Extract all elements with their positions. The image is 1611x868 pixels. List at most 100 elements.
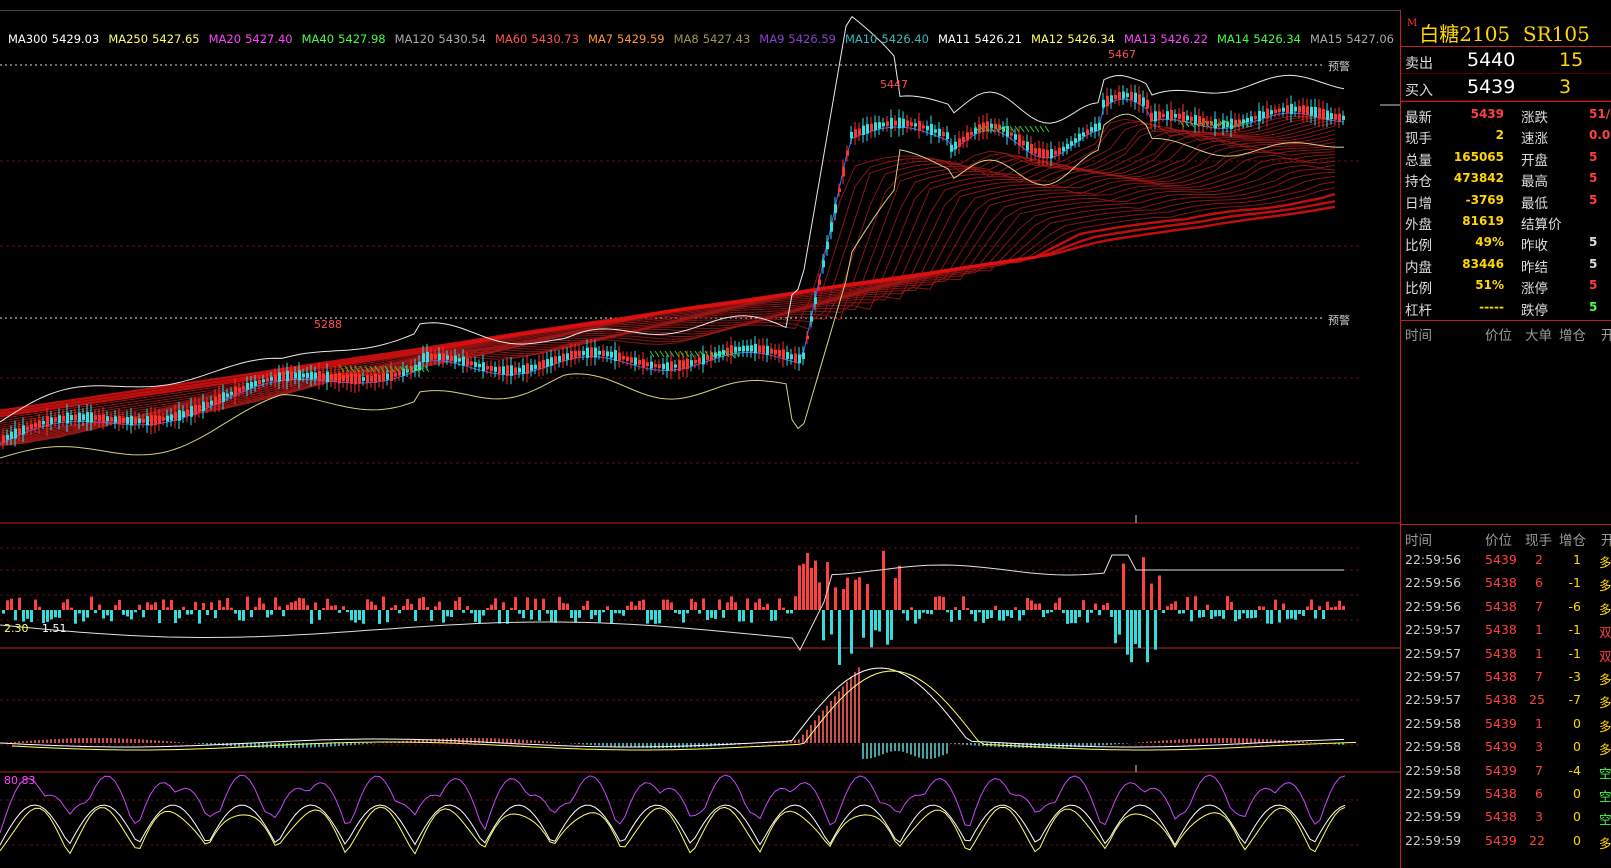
tick-row: 22:59:58 5439 1 0 多 <box>1401 712 1611 736</box>
candle-body <box>534 364 537 369</box>
ma-legend-value: 5427.43 <box>702 32 751 46</box>
candle-body <box>1326 110 1329 120</box>
candle-body <box>1154 111 1157 122</box>
candle-body <box>1090 127 1093 132</box>
candle-body <box>698 357 701 364</box>
candle-body <box>1038 148 1041 158</box>
candle-body <box>790 354 793 360</box>
volume-bar <box>790 610 793 614</box>
macd-bar <box>1254 738 1256 743</box>
quote-value: 5439 <box>1470 107 1504 121</box>
macd-bar <box>130 738 132 743</box>
macd-bar <box>950 743 952 744</box>
volume-bar <box>354 610 357 623</box>
volume-bar <box>1146 610 1149 663</box>
macd-bar <box>942 743 944 756</box>
macd-bar <box>1066 743 1068 748</box>
volume-bar <box>938 596 941 610</box>
candle-body <box>110 417 113 421</box>
candle-body <box>174 412 177 421</box>
candle-body <box>1102 99 1105 108</box>
candle-body <box>746 345 749 352</box>
macd-bar <box>554 742 556 743</box>
tick-row: 22:59:56 5438 7 -6 多 <box>1401 595 1611 619</box>
big-header-price: 价位 <box>1485 328 1512 344</box>
macd-bar <box>682 743 684 748</box>
quote-key: 开盘 <box>1521 152 1548 169</box>
quote-row: 总量 165065 开盘 5 <box>1401 147 1611 169</box>
volume-bar <box>6 600 9 610</box>
macd-bar <box>1250 738 1252 743</box>
candle-body <box>242 386 245 390</box>
ma-fan-line <box>0 141 1336 441</box>
macd-bar <box>366 743 368 744</box>
macd-bar <box>538 740 540 743</box>
volume-bar <box>54 610 57 618</box>
sell-qty: 15 <box>1559 49 1584 71</box>
candle-body <box>50 417 53 424</box>
candle-body <box>62 415 65 422</box>
volume-bar <box>598 610 601 623</box>
chart-canvas[interactable] <box>0 10 1400 868</box>
macd-bar <box>78 738 80 743</box>
volume-bar <box>718 599 721 610</box>
candle-body <box>918 120 921 131</box>
candle-body <box>1070 141 1073 146</box>
volume-bar <box>894 578 897 610</box>
volume-bar <box>162 599 165 610</box>
volume-bar <box>1070 610 1073 624</box>
macd-bar <box>354 743 356 745</box>
tick-type: 双 <box>1599 648 1611 664</box>
macd-bar <box>958 743 960 745</box>
quote-key: 现手 <box>1405 131 1432 148</box>
macd-bar <box>674 743 676 748</box>
volume-bar <box>1230 601 1233 610</box>
candle-body <box>26 426 29 431</box>
macd-bar <box>1202 738 1204 743</box>
volume-bar <box>626 605 629 610</box>
candle-body <box>234 386 237 397</box>
candle-body <box>1310 106 1313 116</box>
candle-body <box>818 279 821 285</box>
quote-value: 5 <box>1589 278 1598 293</box>
candle-body <box>1058 147 1061 155</box>
macd-bar <box>974 743 976 746</box>
volume-bar <box>470 610 473 614</box>
macd-bar <box>10 742 12 743</box>
ma-legend-value: 5427.40 <box>245 32 293 46</box>
candle-body <box>1242 119 1245 124</box>
volume-bar <box>1190 610 1193 622</box>
candle-body <box>1110 95 1113 103</box>
volume-bar <box>2 610 5 614</box>
candle-body <box>634 357 637 365</box>
volume-bar <box>1170 603 1173 610</box>
macd-bar <box>178 742 180 743</box>
ma-legend-item: MA9 <box>759 32 785 46</box>
macd-bar <box>358 743 360 745</box>
quote-row: 现手 2 速涨 0.0 <box>1401 125 1611 147</box>
tick-type: 多 <box>1599 718 1611 734</box>
candle-body <box>1342 115 1345 120</box>
alert-label-upper: 预警 <box>1328 60 1350 73</box>
tick-price: 5438 <box>1485 598 1517 614</box>
volume-bar <box>314 602 317 610</box>
volume-bar <box>22 610 25 622</box>
macd-bar <box>126 738 128 743</box>
candle-body <box>1330 113 1333 119</box>
volume-bar <box>434 606 437 610</box>
volume-bar <box>1242 610 1245 614</box>
ma-cluster <box>1034 125 1040 133</box>
tick-time: 22:59:57 <box>1405 669 1462 684</box>
candle-body <box>890 117 893 129</box>
candle-body <box>1322 108 1325 120</box>
volume-bar <box>174 610 177 623</box>
candle-body <box>442 353 445 361</box>
chart-area[interactable]: MA300 5429.03 MA250 5427.65 MA20 5427.40 MA40 5… <box>0 10 1400 868</box>
candle-body <box>502 366 505 375</box>
candle-body <box>570 350 573 360</box>
candle-body <box>462 356 465 366</box>
macd-bar <box>158 740 160 743</box>
candle-body <box>550 357 553 366</box>
volume-bar <box>202 602 205 610</box>
volume-bar <box>1162 610 1165 614</box>
